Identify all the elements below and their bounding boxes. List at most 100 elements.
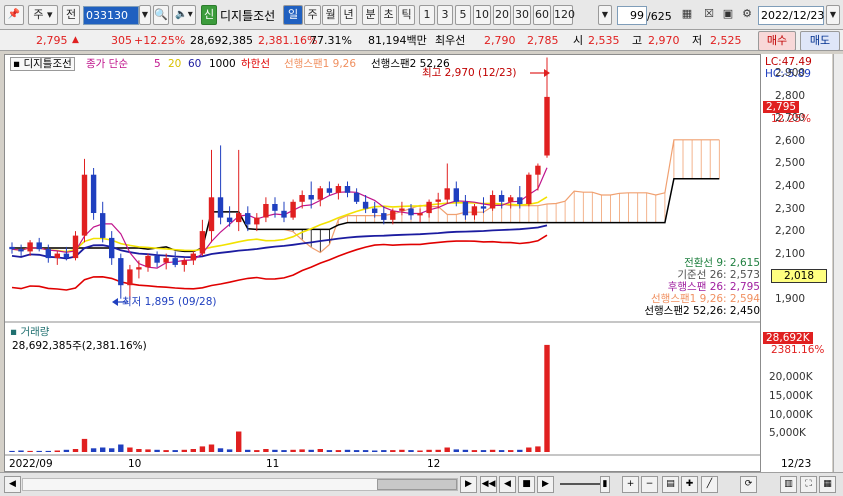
volume-bar (63, 449, 70, 452)
stop-button[interactable]: ■ (518, 476, 535, 493)
print-icon[interactable]: ▦ (819, 476, 836, 493)
candle-body (45, 249, 51, 259)
volume-bar (453, 449, 459, 452)
volume-bar (226, 449, 233, 452)
candle-series (9, 57, 550, 300)
ichimoku-chikou: 후행스팬 26: 2,795 (667, 281, 760, 293)
lc-label: LC:47.49 (765, 56, 812, 68)
volume-bar (127, 447, 133, 452)
scroll-left-button[interactable]: ◀ (4, 476, 21, 493)
candle-body (489, 195, 496, 209)
candle-body (18, 249, 24, 252)
volume-bar (417, 450, 423, 452)
legend-ma60: 60 (188, 58, 202, 70)
zoom-in-icon[interactable]: + (622, 476, 639, 493)
candle-body (190, 253, 196, 261)
volume-bar (299, 449, 305, 452)
prev-button[interactable]: ◀ (499, 476, 516, 493)
candle-body (199, 231, 206, 254)
lower-band-line (11, 234, 548, 291)
candle-body (27, 242, 33, 252)
candle-body (290, 201, 296, 218)
ichimoku-kijun: 기준선 26: 2,573 (677, 269, 760, 281)
candle-body (353, 192, 360, 202)
chart-type-icon[interactable]: ▤ (662, 476, 679, 493)
volume-bar (236, 431, 242, 452)
candle-body (100, 213, 106, 238)
price-axis: LC:47.49 HC:-5.89 2,900 2,800 2,700 2,600 2,… (760, 54, 832, 472)
candle-body (217, 197, 224, 218)
crosshair-icon[interactable]: ✚ (681, 476, 698, 493)
volume-bar (18, 450, 24, 452)
zoom-handle[interactable]: ▮ (600, 476, 610, 493)
volume-bar (45, 450, 51, 452)
candle-body (245, 213, 251, 225)
volume-bar (462, 449, 469, 452)
fullscreen-icon[interactable]: ⛶ (800, 476, 817, 493)
candle-body (236, 213, 242, 223)
volume-bar (390, 450, 396, 452)
candle-body (109, 237, 115, 259)
vertical-scrollbar[interactable] (833, 54, 843, 472)
candle-body (172, 258, 178, 265)
volume-bar (54, 450, 60, 452)
candle-body (272, 204, 278, 211)
price-tick: 2,600 (775, 134, 806, 147)
volume-bar (217, 448, 224, 452)
volume-value: 28,692,385주(2,381.16%) (12, 340, 147, 352)
candle-body (281, 210, 287, 218)
candle-body (9, 246, 15, 250)
scroll-thumb[interactable] (377, 479, 457, 490)
volume-bar (498, 450, 505, 452)
candle-body (308, 195, 314, 200)
candle-body (381, 213, 387, 220)
checkbox-icon[interactable]: ▪ (10, 326, 17, 338)
candle-body (263, 204, 269, 218)
low-annotation: 최저 1,895 (09/28) (122, 296, 217, 308)
candle-body (72, 235, 79, 259)
volume-bar (535, 446, 541, 452)
candle-body (154, 255, 160, 263)
high-annotation: 최고 2,970 (12/23) (422, 67, 517, 79)
volume-bar (72, 449, 79, 452)
candle-body (90, 174, 97, 213)
volume-bar (526, 447, 532, 452)
volume-bar (372, 450, 378, 452)
volume-bar (435, 449, 441, 452)
refresh-icon[interactable]: ⟳ (740, 476, 757, 493)
volume-bar (272, 449, 278, 452)
volume-bar (172, 450, 178, 452)
zoom-out-icon[interactable]: − (641, 476, 658, 493)
price-tick: 2,200 (775, 225, 806, 238)
volume-bar (181, 449, 187, 452)
chart-settings-icon[interactable]: ▥ (780, 476, 797, 493)
candle-body (226, 217, 233, 223)
legend-ma20: 20 (168, 58, 182, 70)
x-label-end: 12/23 (781, 458, 812, 470)
horizontal-scrollbar[interactable] (22, 478, 458, 491)
legend-span1: 선행스팬1 9,26 (284, 58, 357, 70)
next-button[interactable]: ▶ (537, 476, 554, 493)
volume-tick: 20,000K (769, 371, 813, 384)
candle-body (163, 258, 169, 263)
first-button[interactable]: ◀◀ (480, 476, 497, 493)
volume-bar (399, 449, 405, 452)
volume-bar (444, 447, 450, 452)
candle-body (399, 208, 405, 211)
current-pct-label: 12.25% (771, 113, 812, 125)
bottom-toolbar: ◀ ▶ ◀◀ ◀ ■ ▶ ▮ + − ▤ ✚ ╱ ⟳ ▥ ⛶ ▦ (0, 472, 843, 496)
legend-stock-name: ▪ 디지틀조선 (10, 57, 75, 71)
volume-bar (408, 450, 414, 452)
volume-bar (136, 449, 142, 452)
price-tick: 2,100 (775, 247, 806, 260)
volume-series (9, 344, 550, 452)
volume-bar (471, 450, 478, 452)
draw-line-icon[interactable]: ╱ (701, 476, 718, 493)
scroll-right-button[interactable]: ▶ (460, 476, 477, 493)
volume-bar (362, 450, 369, 452)
volume-bar (81, 438, 88, 452)
candle-body (372, 208, 378, 213)
candle-body (508, 197, 514, 202)
checkbox-icon[interactable]: ▪ (13, 58, 20, 70)
volume-bar (254, 450, 260, 452)
